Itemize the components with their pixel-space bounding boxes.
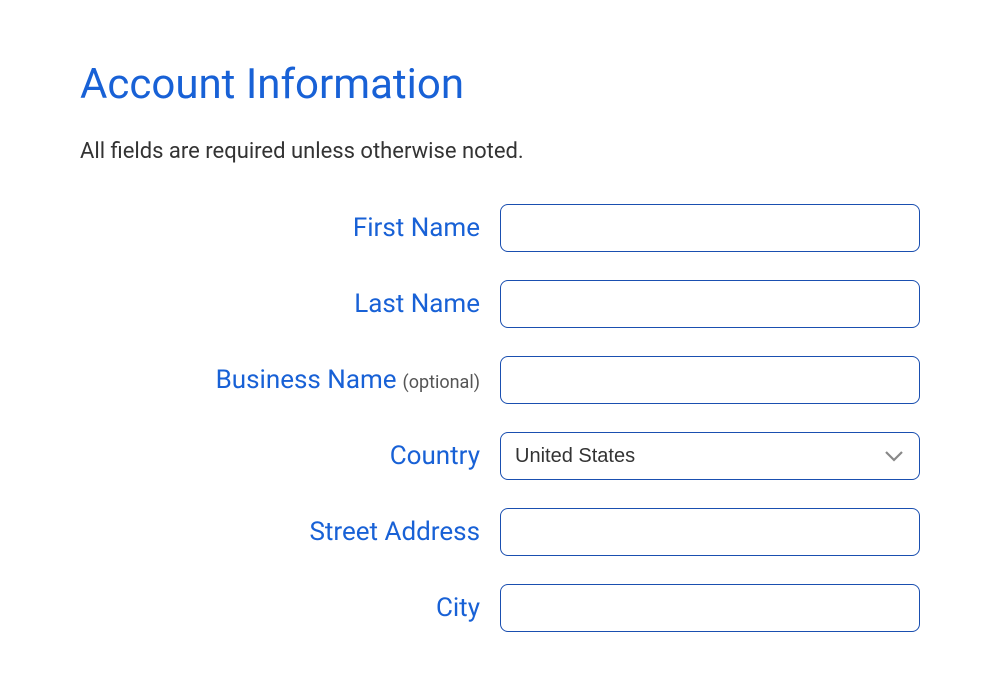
form-row-first-name: First Name (80, 204, 920, 252)
country-select-wrap: United States (500, 432, 920, 480)
form-row-city: City (80, 584, 920, 632)
street-address-input[interactable] (500, 508, 920, 556)
last-name-label: Last Name (354, 289, 480, 319)
country-label: Country (390, 441, 480, 471)
label-wrap: City (80, 593, 480, 623)
first-name-label: First Name (353, 213, 480, 243)
street-address-label: Street Address (309, 517, 480, 547)
last-name-input[interactable] (500, 280, 920, 328)
label-wrap: Street Address (80, 517, 480, 547)
label-wrap: Business Name (optional) (80, 365, 480, 395)
page-title: Account Information (80, 60, 920, 109)
city-input[interactable] (500, 584, 920, 632)
label-wrap: Last Name (80, 289, 480, 319)
business-name-input[interactable] (500, 356, 920, 404)
account-form: First Name Last Name Business Name (opti… (80, 204, 920, 632)
page-subtitle: All fields are required unless otherwise… (80, 139, 920, 164)
city-label: City (436, 593, 480, 623)
business-name-label: Business Name (216, 365, 397, 395)
label-wrap: Country (80, 441, 480, 471)
label-wrap: First Name (80, 213, 480, 243)
first-name-input[interactable] (500, 204, 920, 252)
form-row-business-name: Business Name (optional) (80, 356, 920, 404)
country-select[interactable]: United States (500, 432, 920, 480)
form-row-last-name: Last Name (80, 280, 920, 328)
form-row-street-address: Street Address (80, 508, 920, 556)
business-name-hint: (optional) (403, 372, 480, 393)
form-row-country: Country United States (80, 432, 920, 480)
